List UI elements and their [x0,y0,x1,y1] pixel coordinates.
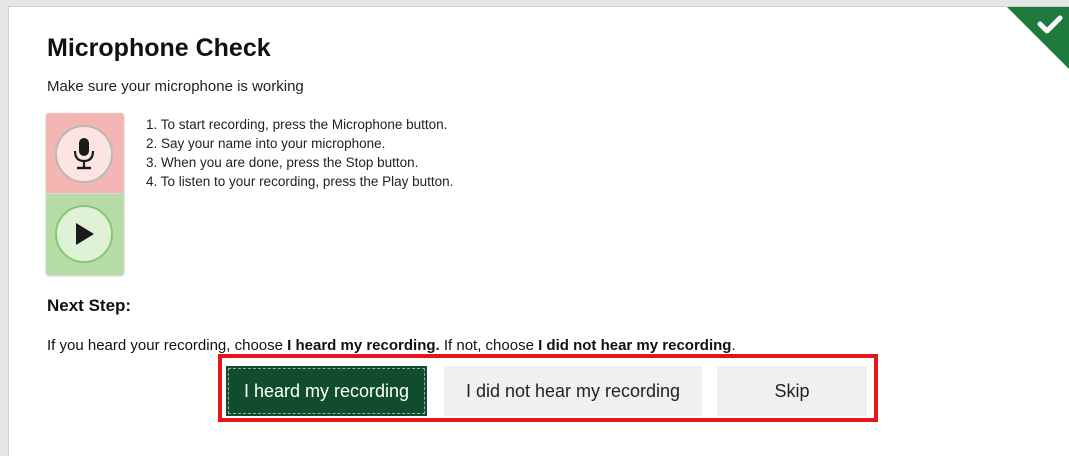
play-icon [76,223,94,245]
response-button-group: I heard my recording I did not hear my r… [218,354,878,422]
step-item: 3. When you are done, press the Stop but… [146,155,419,170]
microphone-check-card: Microphone Check Make sure your micropho… [8,6,1069,456]
microphone-icon [73,138,95,170]
instruction-steps: 1. To start recording, press the Microph… [146,115,453,191]
record-panel [46,113,124,194]
playback-panel [46,194,124,275]
microphone-button[interactable] [55,125,113,183]
next-step-heading: Next Step: [47,296,132,315]
audio-recorder [46,113,124,275]
heard-recording-button[interactable]: I heard my recording [226,366,427,416]
did-not-hear-recording-button[interactable]: I did not hear my recording [444,366,702,416]
instruction-text: If not, choose [439,337,539,354]
instruction-text: If you heard your recording, choose [47,337,288,354]
instruction-text: . [731,337,736,354]
skip-button[interactable]: Skip [717,366,867,416]
instruction-bold-not-heard: I did not hear my recording [538,337,732,354]
play-button[interactable] [55,205,113,263]
next-step-instruction: If you heard your recording, choose I he… [47,337,736,354]
step-item: 2. Say your name into your microphone. [146,136,386,151]
page-title: Microphone Check [47,34,271,62]
step-item: 1. To start recording, press the Microph… [146,117,448,132]
step-item: 4. To listen to your recording, press th… [146,174,454,189]
page-subtitle: Make sure your microphone is working [47,78,304,95]
instruction-bold-heard: I heard my recording. [287,337,440,354]
checkmark-icon [1007,7,1069,69]
